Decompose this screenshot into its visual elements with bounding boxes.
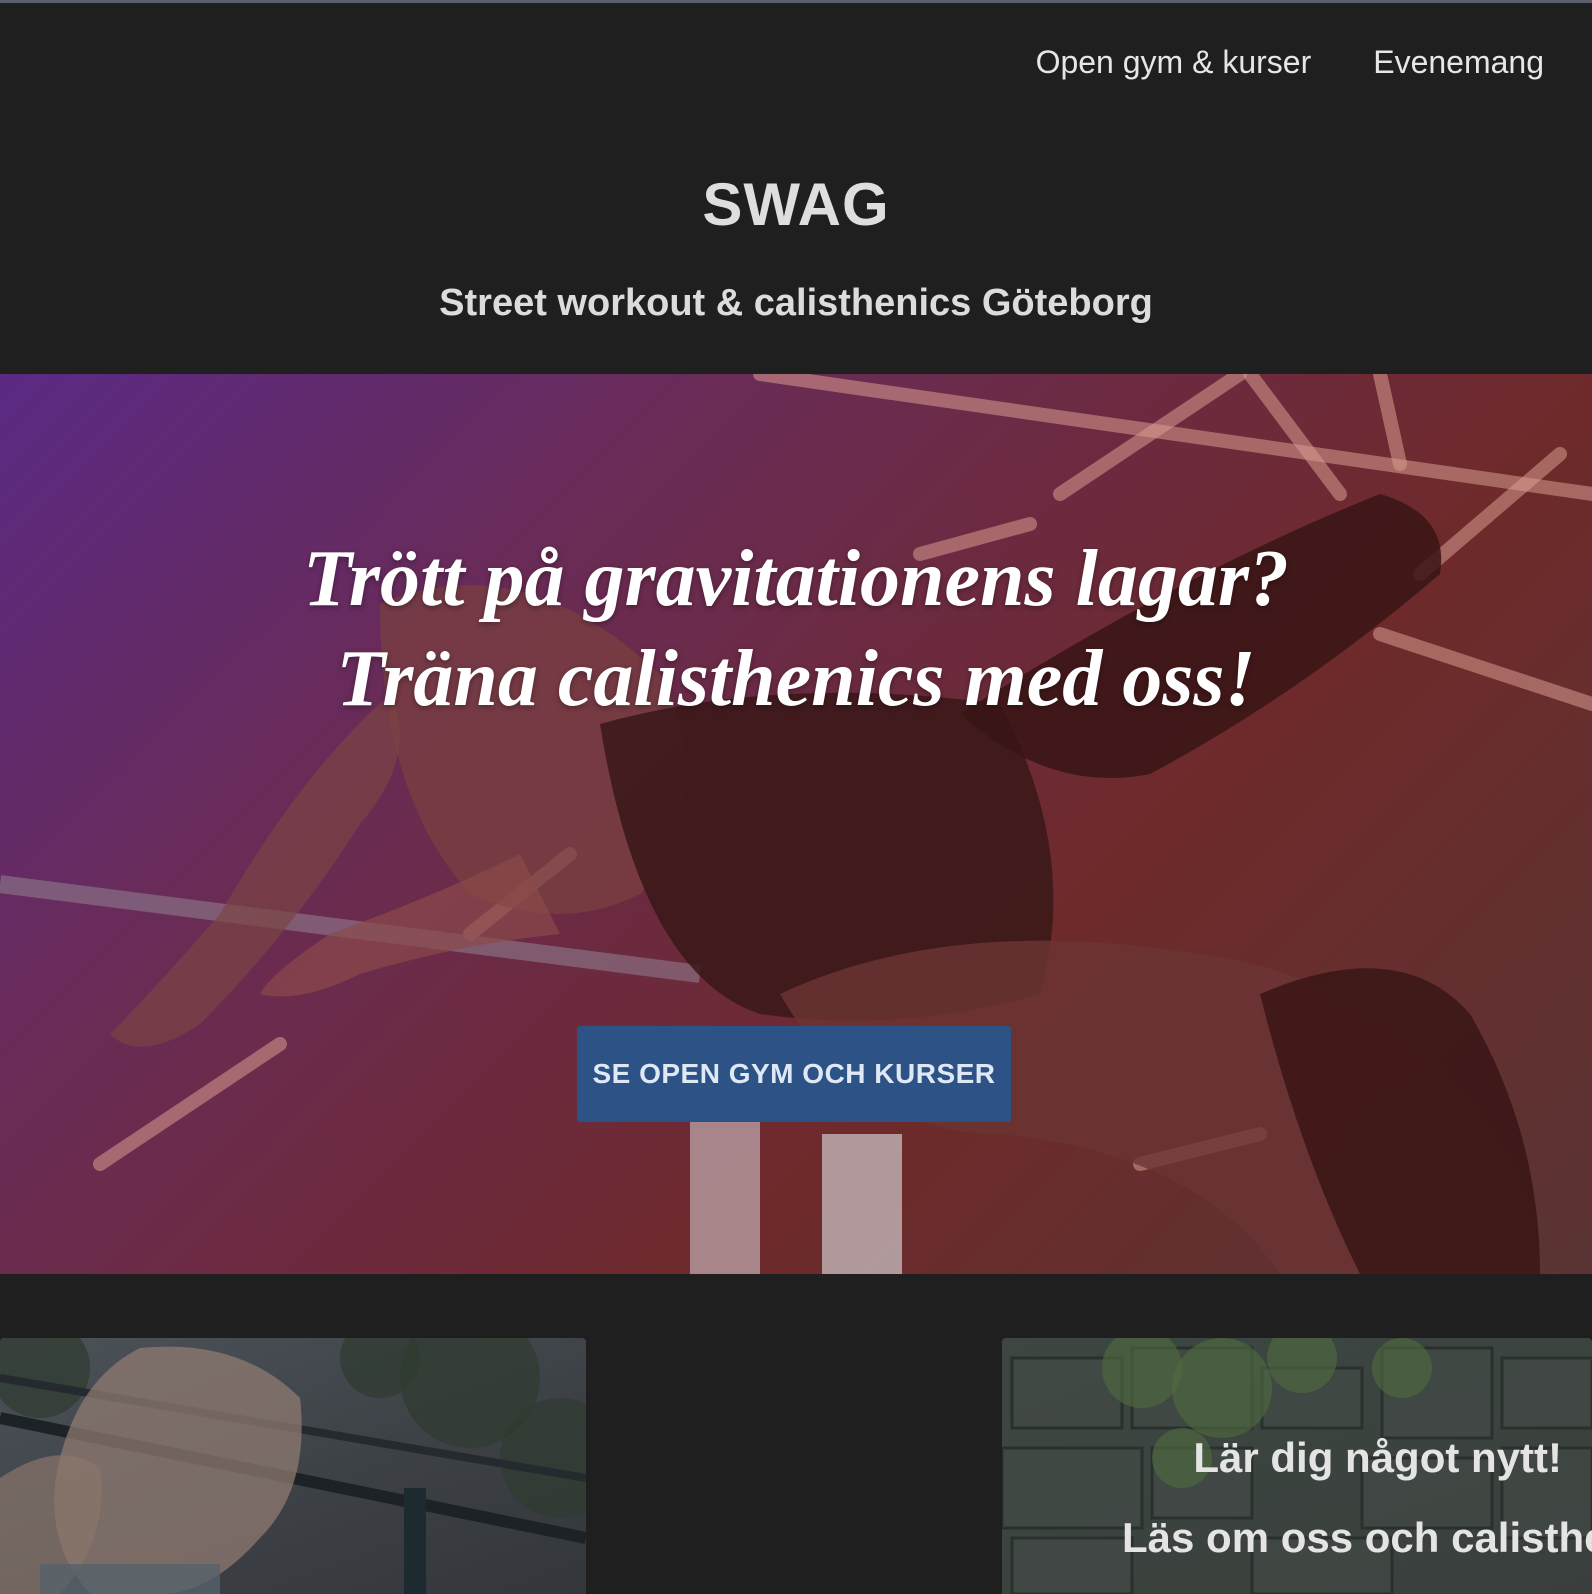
- hero-headline: Trött på gravitationens lagar? Träna cal…: [0, 529, 1592, 729]
- open-gym-kurser-button[interactable]: SE OPEN GYM OCH KURSER: [577, 1026, 1011, 1122]
- main-nav: Open gym & kurser Evenemang: [1036, 44, 1544, 81]
- site-tagline: Street workout & calisthenics Göteborg: [439, 282, 1153, 324]
- card-learn-subtitle[interactable]: Läs om oss och calisthen: [1122, 1514, 1592, 1562]
- card-learn-more[interactable]: Lär dig något nytt! Läs om oss och calis…: [1002, 1338, 1592, 1594]
- hero-headline-line-1: Trött på gravitationens lagar?: [302, 535, 1289, 623]
- nav-open-gym-kurser[interactable]: Open gym & kurser: [1036, 44, 1312, 81]
- card-learn-title: Lär dig något nytt!: [1193, 1434, 1562, 1481]
- hero-athlete-photo: [0, 374, 1592, 1274]
- hero-banner: Trött på gravitationens lagar? Träna cal…: [0, 374, 1592, 1274]
- hero-headline-line-2: Träna calisthenics med oss!: [336, 635, 1256, 723]
- top-rule: [0, 0, 1592, 3]
- site-title[interactable]: SWAG: [0, 170, 1592, 239]
- nav-evenemang[interactable]: Evenemang: [1373, 44, 1544, 81]
- card-workout-photo[interactable]: [0, 1338, 586, 1594]
- card-workout-image: [0, 1338, 586, 1594]
